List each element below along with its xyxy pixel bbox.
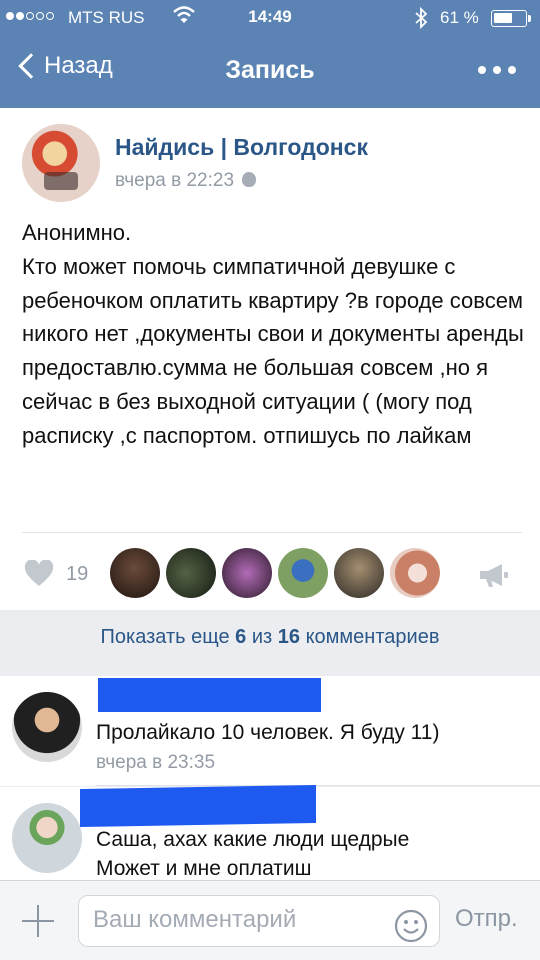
commenter-avatar[interactable]	[12, 692, 82, 762]
apple-icon	[242, 172, 257, 187]
app-header: MTS RUS 14:49 61 % Назад Запись	[0, 0, 540, 108]
post-date-row: вчера в 22:23	[115, 170, 257, 192]
emoji-icon[interactable]	[394, 909, 428, 943]
liker-avatar[interactable]	[166, 548, 216, 598]
show-more-total: 16	[277, 626, 301, 648]
redacted-name	[98, 678, 321, 712]
comment-text: Пролайкало 10 человек. Я буду 11)	[96, 721, 440, 744]
show-more-comments-link[interactable]: Показать еще 6 из 16 комментариев	[0, 626, 540, 649]
comment-input[interactable]	[93, 906, 383, 934]
comment-item[interactable]: Пролайкало 10 человек. Я буду 11) вчера …	[0, 676, 540, 786]
show-more-prefix: Показать еще	[100, 626, 230, 648]
send-button[interactable]: Отпр.	[455, 905, 518, 933]
community-avatar[interactable]	[22, 124, 100, 202]
comment-composer: Отпр.	[0, 880, 540, 960]
divider	[22, 532, 522, 533]
battery-percent: 61 %	[440, 8, 479, 27]
liker-avatar[interactable]	[390, 548, 440, 598]
share-icon[interactable]	[478, 562, 510, 588]
divider	[96, 785, 540, 786]
post-card: Найдись | Волгодонск вчера в 22:23 Анони…	[0, 108, 540, 610]
heart-icon	[24, 560, 54, 586]
show-more-suffix: комментариев	[305, 626, 440, 648]
status-bar: MTS RUS 14:49 61 %	[0, 0, 540, 36]
post-date: вчера в 22:23	[115, 170, 235, 191]
battery-tip	[528, 15, 531, 22]
bluetooth-icon	[415, 6, 428, 30]
like-count: 19	[66, 562, 89, 585]
like-button[interactable]: 19	[24, 560, 88, 588]
comment-item[interactable]: Саша, ахах какие люди щедрые Может и мне…	[0, 784, 540, 883]
post-author[interactable]: Найдись | Волгодонск	[115, 134, 368, 161]
attach-plus-icon[interactable]	[22, 905, 54, 937]
comment-date: вчера в 23:35	[96, 752, 216, 773]
show-more-shown: 6	[235, 626, 247, 648]
back-label: Назад	[44, 52, 113, 79]
nav-bar: Назад Запись	[0, 44, 540, 100]
liker-avatar[interactable]	[334, 548, 384, 598]
redacted-name	[80, 784, 316, 828]
liker-avatar[interactable]	[278, 548, 328, 598]
likers-avatars[interactable]	[110, 548, 440, 598]
back-button[interactable]: Назад	[14, 52, 113, 80]
comment-input-box[interactable]	[78, 895, 440, 947]
liker-avatar[interactable]	[110, 548, 160, 598]
battery-icon	[491, 10, 527, 27]
show-more-middle: из	[251, 626, 273, 648]
comment-text: Саша, ахах какие люди щедрые Может и мне…	[96, 828, 410, 880]
liker-avatar[interactable]	[222, 548, 272, 598]
post-text: Анонимно. Кто может помочь симпатичной д…	[22, 220, 524, 448]
more-options-icon[interactable]	[478, 66, 516, 74]
commenter-avatar[interactable]	[12, 803, 82, 873]
chevron-left-icon	[18, 53, 44, 79]
